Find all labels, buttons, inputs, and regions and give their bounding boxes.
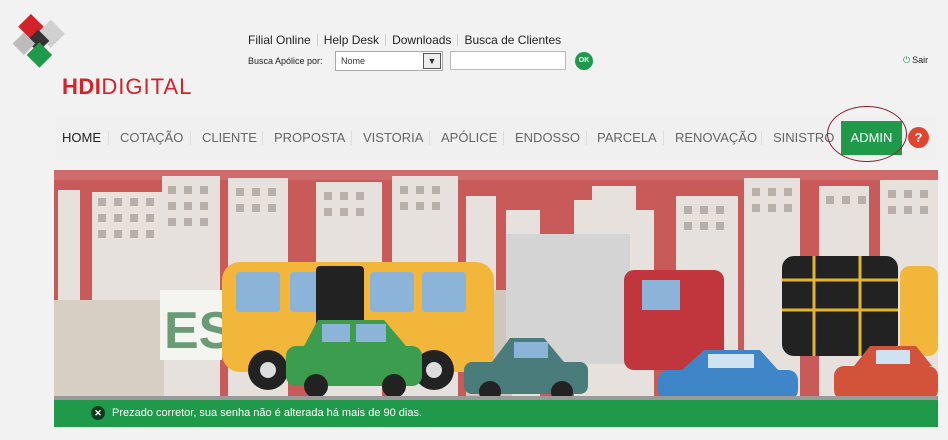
link-filial-online[interactable]: Filial Online (248, 33, 311, 47)
nav-item-home[interactable]: HOME (62, 130, 101, 145)
hdi-digital-logo[interactable]: HDIDIGITAL (10, 14, 220, 99)
logo-mark-icon (12, 14, 65, 68)
password-notice-bar: ✕ Prezado corretor, sua senha não é alte… (54, 400, 938, 427)
highlight-circle (827, 106, 907, 162)
link-busca-de-clientes[interactable]: Busca de Clientes (464, 33, 561, 47)
nav-item-renovacao[interactable]: RENOVAÇÃO (675, 130, 757, 145)
main-nav: HOME COTAÇÃO CLIENTE PROPOSTA VISTORIA A… (54, 114, 938, 160)
search-ok-button[interactable]: OK (575, 52, 593, 70)
nav-item-vistoria[interactable]: VISTORIA (363, 130, 423, 145)
nav-divider (663, 131, 664, 145)
logo-prefix: HDI (62, 74, 102, 99)
logout-label: Sair (912, 55, 929, 65)
logo-text: HDIDIGITAL (62, 74, 192, 100)
policy-search-input[interactable] (450, 51, 566, 70)
search-type-value: Nome (341, 56, 366, 66)
logo-suffix: DIGITAL (101, 74, 193, 99)
search-label: Busca Apólice por: (248, 56, 323, 66)
nav-divider (108, 131, 109, 145)
logout-link[interactable]: ⏻ Sair (903, 55, 928, 66)
help-button[interactable]: ? (908, 127, 929, 148)
nav-item-cliente[interactable]: CLIENTE (202, 130, 257, 145)
link-help-desk[interactable]: Help Desk (324, 33, 379, 47)
link-downloads[interactable]: Downloads (392, 33, 451, 47)
nav-item-proposta[interactable]: PROPOSTA (274, 130, 345, 145)
header: HDIDIGITAL Filial Online Help Desk Downloa… (0, 0, 948, 112)
nav-divider (761, 131, 762, 145)
hero-banner: ES (54, 170, 938, 400)
nav-item-parcela[interactable]: PARCELA (597, 130, 657, 145)
nav-divider (190, 131, 191, 145)
nav-divider (429, 131, 430, 145)
divider (457, 34, 459, 46)
close-icon[interactable]: ✕ (91, 406, 105, 420)
city-traffic-illustration: ES (54, 170, 938, 400)
chevron-down-icon[interactable]: ▼ (423, 53, 441, 69)
nav-divider (586, 131, 587, 145)
nav-item-apolice[interactable]: APÓLICE (441, 130, 497, 145)
notice-message: Prezado corretor, sua senha não é altera… (112, 407, 423, 419)
power-icon: ⏻ (903, 55, 911, 65)
nav-divider (262, 131, 263, 145)
nav-divider (503, 131, 504, 145)
nav-divider (351, 131, 352, 145)
nav-item-cotacao[interactable]: COTAÇÃO (120, 130, 183, 145)
divider (316, 34, 318, 46)
nav-item-sinistro[interactable]: SINISTRO (773, 130, 834, 145)
search-type-select[interactable]: Nome ▼ (335, 51, 443, 71)
top-links: Filial Online Help Desk Downloads Busca de … (248, 33, 561, 47)
nav-item-endosso[interactable]: ENDOSSO (515, 130, 580, 145)
divider (385, 34, 387, 46)
